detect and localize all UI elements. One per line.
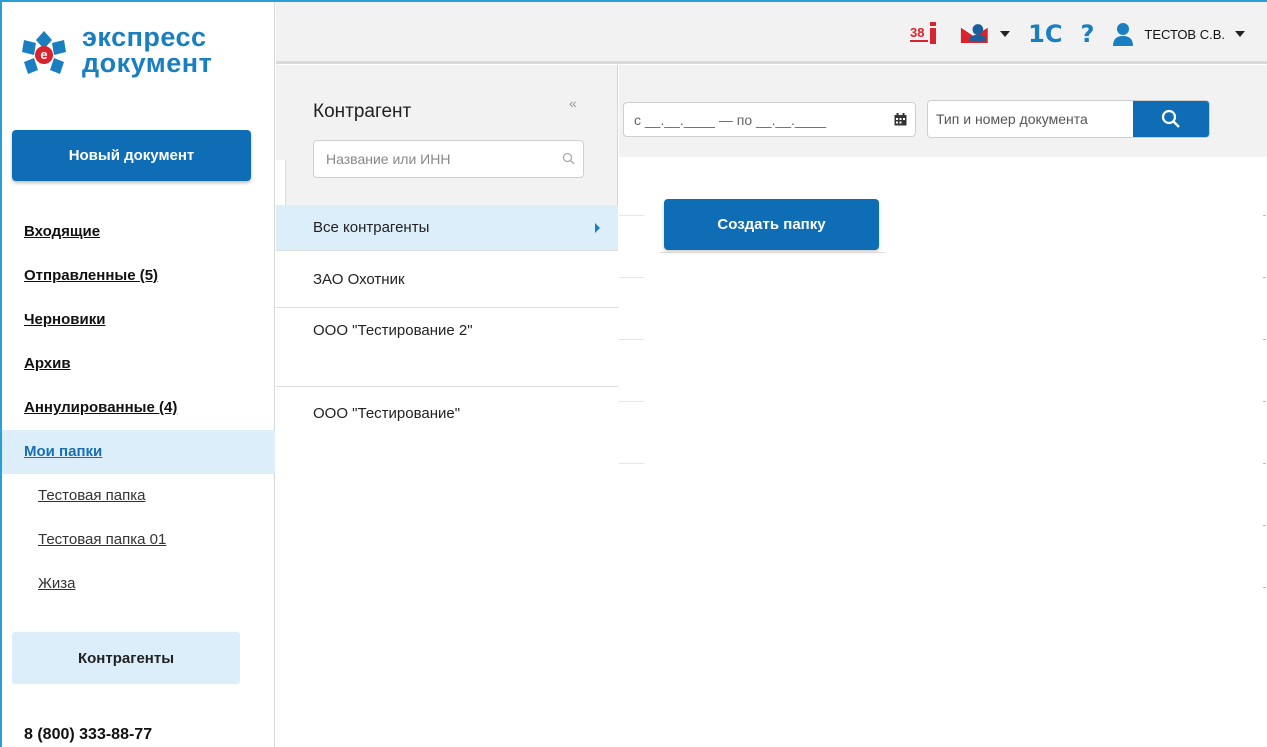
list-item-label: ООО "Тестирование" — [313, 405, 461, 422]
logo-text: экспресс документ — [82, 22, 213, 78]
1c-icon[interactable]: 1С — [1028, 20, 1062, 48]
filter-bar: с __.__.____ — по __.__.____ — [619, 65, 1267, 157]
create-folder-button[interactable]: Создать папку — [664, 199, 879, 250]
document-search-input[interactable] — [928, 101, 1133, 137]
logo-line-1: экспресс — [82, 22, 207, 52]
document-search-button[interactable] — [1133, 101, 1209, 137]
divider — [660, 252, 885, 253]
logo[interactable]: е экспресс документ — [16, 24, 266, 84]
chevron-right-icon — [595, 222, 600, 233]
top-icons: 38 1С ? ТЕСТОВ С.В. — [908, 18, 1245, 50]
contragent-item[interactable]: ЗАО Охотник — [276, 251, 618, 308]
calendar-icon[interactable] — [894, 113, 907, 126]
logo-mark-letter: е — [40, 47, 47, 62]
list-item-label: ЗАО Охотник — [313, 271, 405, 288]
mail-dropdown-caret[interactable] — [1000, 31, 1011, 37]
contragent-item-all[interactable]: Все контрагенты — [276, 205, 618, 251]
divider — [619, 277, 644, 278]
sidebar: е экспресс документ Новый документ Входя… — [2, 2, 275, 747]
divider — [619, 463, 644, 464]
nav-cancelled[interactable]: Аннулированные (4) — [2, 386, 275, 430]
panel-notch — [276, 160, 286, 205]
contragent-list: Все контрагенты ЗАО Охотник ООО "Тестиро… — [276, 205, 618, 440]
collapse-panel-icon[interactable]: « — [569, 95, 577, 111]
folder-item[interactable]: Жиза — [2, 562, 275, 606]
logo-mark-icon: е — [22, 31, 66, 74]
contragents-button[interactable]: Контрагенты — [12, 632, 240, 684]
divider — [1263, 525, 1266, 526]
nav-my-folders[interactable]: Мои папки — [2, 430, 275, 474]
search-icon — [1161, 109, 1180, 128]
nav-drafts[interactable]: Черновики — [2, 298, 275, 342]
divider — [1263, 401, 1266, 402]
user-icon — [1113, 23, 1134, 46]
sidebar-nav: Входящие Отправленные (5) Черновики Архи… — [2, 210, 275, 606]
user-name: ТЕСТОВ С.В. — [1144, 26, 1225, 42]
topbar: 38 1С ? ТЕСТОВ С.В. — [276, 2, 1267, 64]
divider — [619, 215, 644, 216]
divider — [1263, 339, 1266, 340]
list-item-label: Все контрагенты — [313, 219, 430, 236]
help-icon[interactable]: ? — [1080, 20, 1094, 48]
calendar-38-icon[interactable]: 38 — [908, 19, 942, 49]
user-dropdown-caret — [1235, 31, 1245, 37]
nav-incoming[interactable]: Входящие — [2, 210, 275, 254]
logo-line-2: документ — [82, 48, 213, 78]
contragent-panel-empty — [276, 438, 618, 747]
search-icon — [562, 152, 575, 165]
contragent-item[interactable]: ООО "Тестирование 2" — [276, 308, 618, 387]
contragent-panel: Контрагент « Все контрагенты ЗАО Охотник… — [276, 65, 618, 747]
divider — [1263, 587, 1266, 588]
contragent-item[interactable]: ООО "Тестирование" — [276, 387, 618, 440]
nav-sent[interactable]: Отправленные (5) — [2, 254, 275, 298]
mail-user-icon[interactable] — [960, 22, 1011, 46]
new-document-button[interactable]: Новый документ — [12, 130, 251, 181]
user-menu[interactable]: ТЕСТОВ С.В. — [1112, 22, 1245, 46]
document-search — [927, 100, 1210, 138]
nav-archive[interactable]: Архив — [2, 342, 275, 386]
divider — [1263, 277, 1266, 278]
date-range-text: с __.__.____ — по __.__.____ — [634, 111, 827, 128]
support-phone: 8 (800) 333-88-77 — [24, 726, 153, 743]
divider — [1263, 215, 1266, 216]
date-range-field[interactable]: с __.__.____ — по __.__.____ — [623, 102, 916, 137]
folder-item[interactable]: Тестовая папка 01 — [2, 518, 275, 562]
badge-38-text: 38 — [910, 25, 924, 40]
contragent-panel-title: Контрагент — [313, 101, 412, 122]
divider — [1263, 463, 1266, 464]
contragent-search-input[interactable] — [313, 140, 584, 178]
folder-item[interactable]: Тестовая папка — [2, 474, 275, 518]
list-item-label: ООО "Тестирование 2" — [313, 322, 473, 339]
divider — [619, 401, 644, 402]
divider — [619, 339, 644, 340]
